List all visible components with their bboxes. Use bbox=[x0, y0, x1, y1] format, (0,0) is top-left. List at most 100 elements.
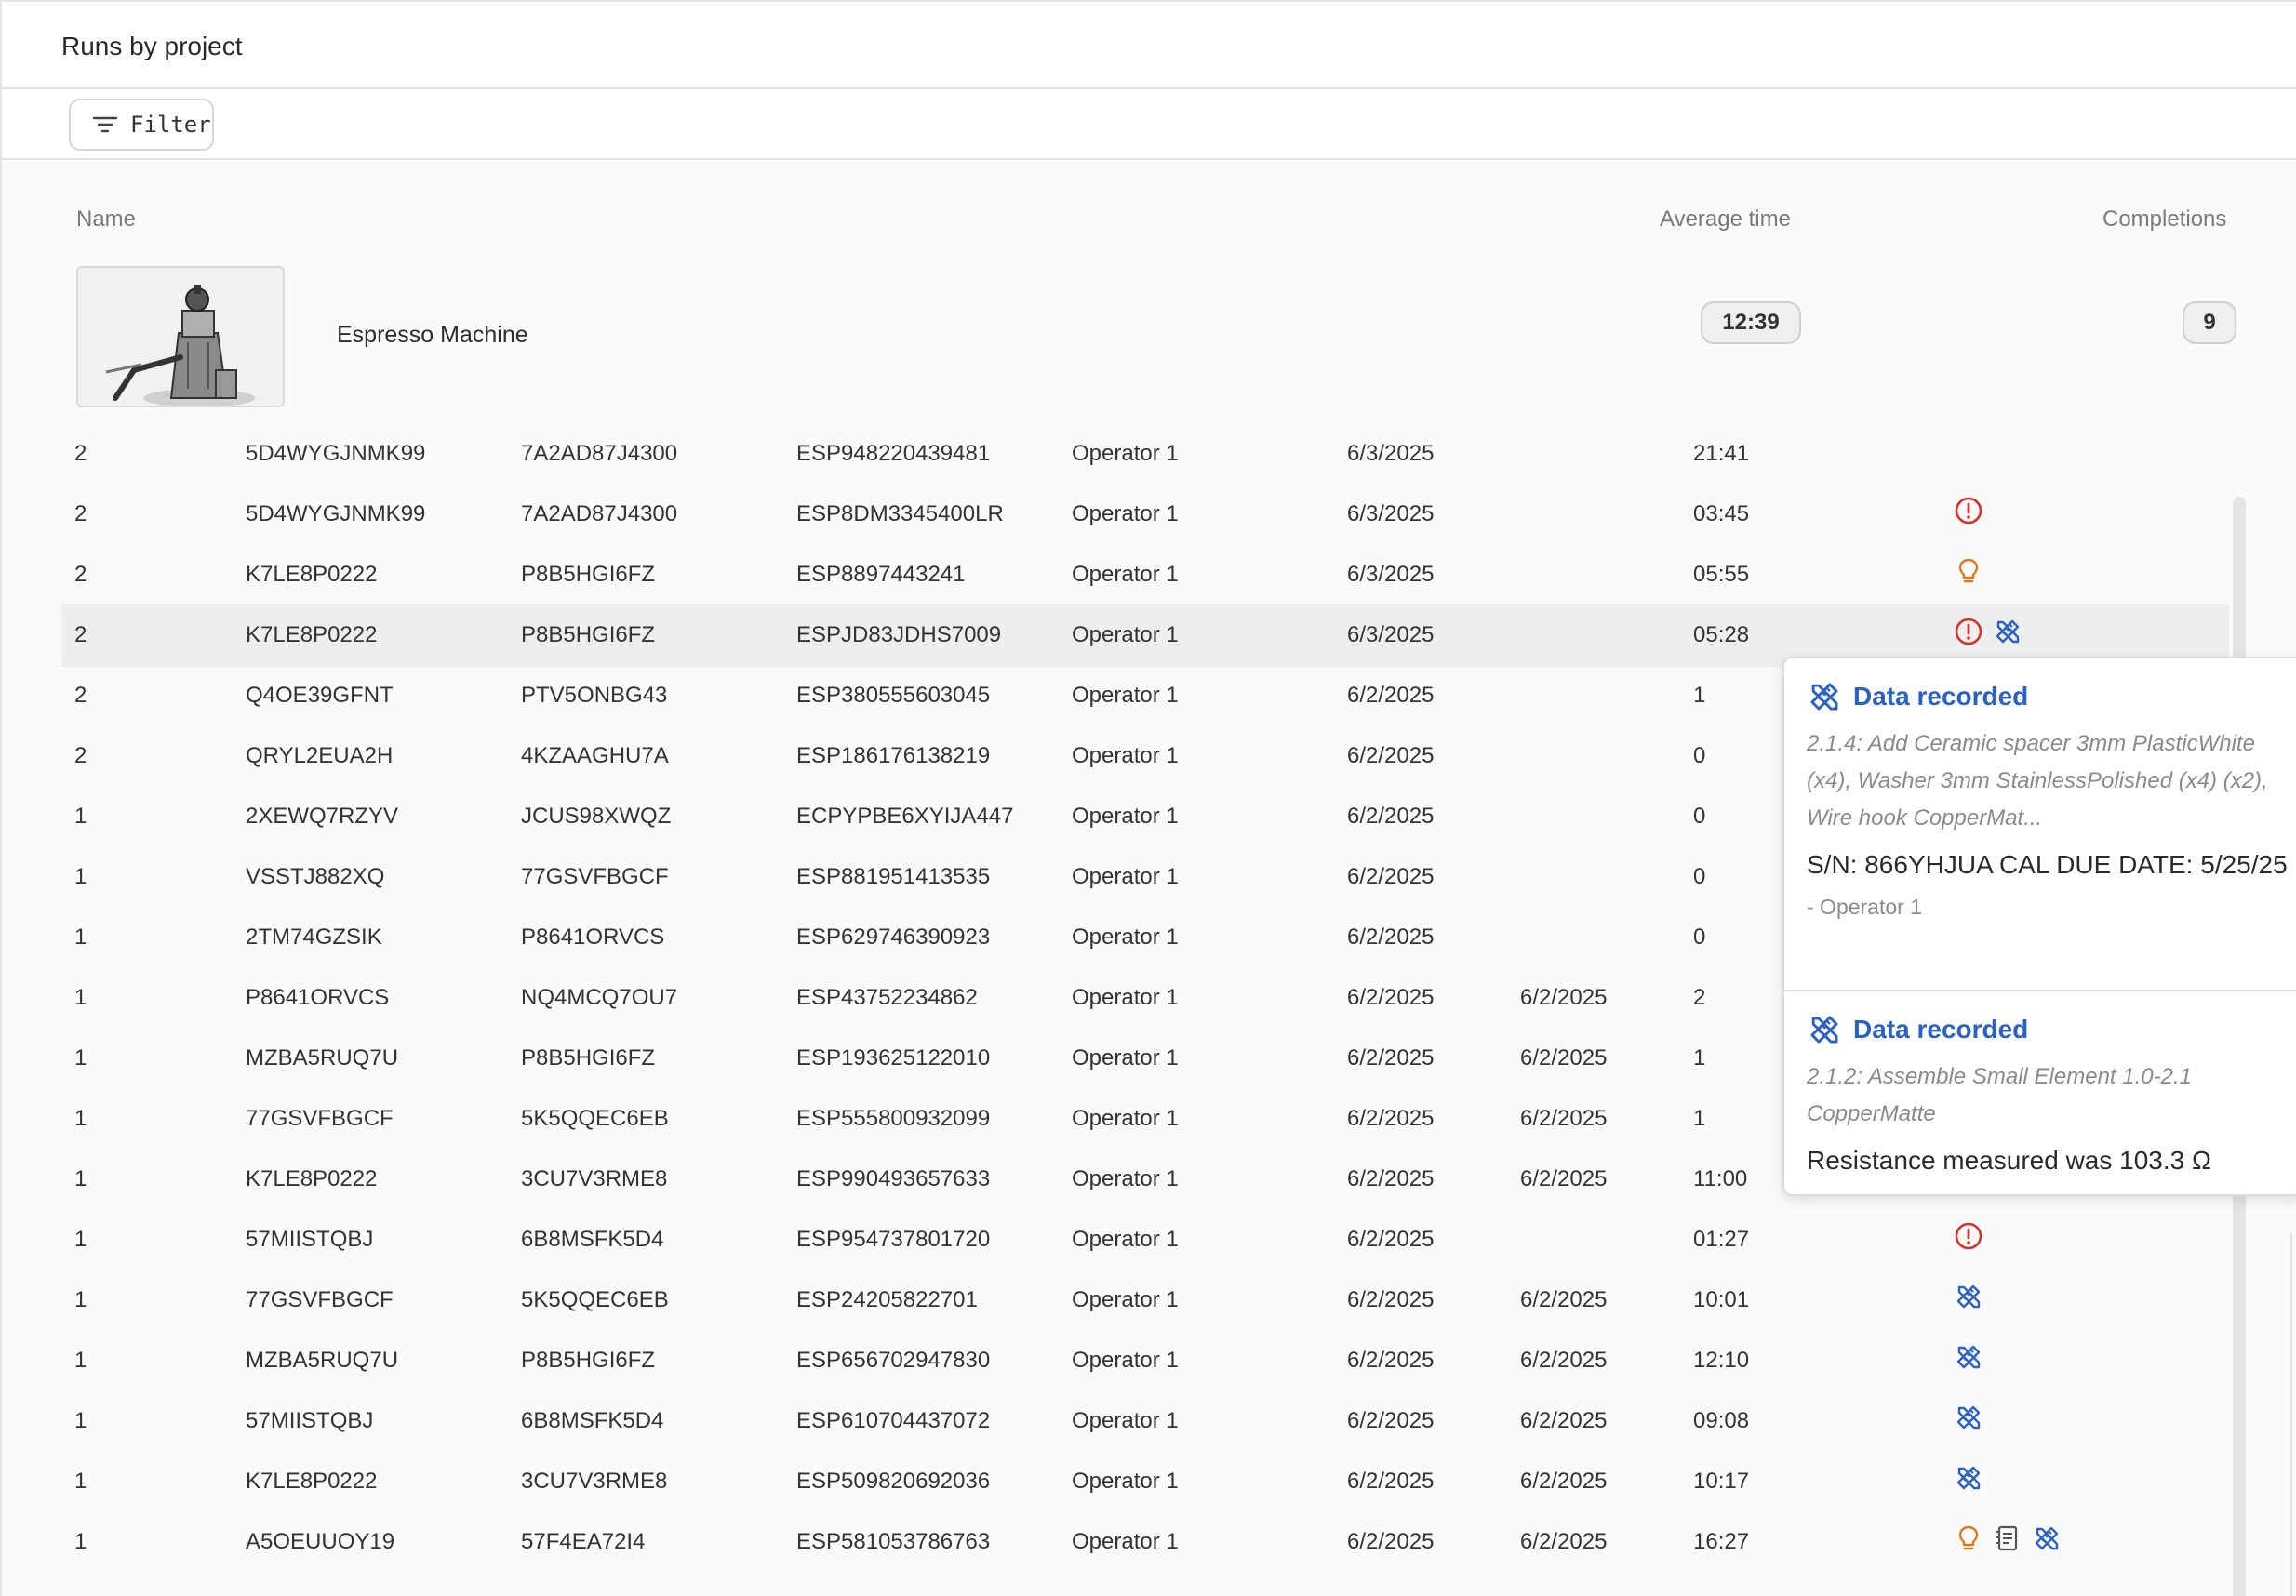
cell-qty: 1 bbox=[74, 1287, 87, 1312]
cell-time: 1 bbox=[1693, 1106, 1706, 1131]
table-row[interactable]: 1 77GSVFBGCF 5K5QQEC6EB ESP24205822701 Opera… bbox=[61, 1269, 2229, 1332]
error-icon[interactable] bbox=[1954, 496, 1983, 525]
cell-a: P8641ORVCS bbox=[246, 985, 390, 1010]
cell-a: MZBA5RUQ7U bbox=[246, 1348, 399, 1373]
data-recorded-icon[interactable] bbox=[2032, 1523, 2062, 1553]
table-row[interactable]: 1 57MIISTQBJ 6B8MSFK5D4 ESP954737801720 Oper… bbox=[61, 1208, 2229, 1271]
cell-time: 09:08 bbox=[1693, 1408, 1750, 1433]
cell-a: MZBA5RUQ7U bbox=[246, 1045, 399, 1071]
cell-time: 1 bbox=[1693, 1045, 1706, 1071]
table-row[interactable]: 1 57MIISTQBJ 6B8MSFK5D4 ESP610704437072 Oper… bbox=[61, 1390, 2229, 1453]
cell-op: Operator 1 bbox=[1072, 804, 1179, 829]
error-icon[interactable] bbox=[1954, 1221, 1983, 1251]
cell-a: 2XEWQ7RZYV bbox=[246, 804, 399, 829]
cell-d1: 6/3/2025 bbox=[1347, 441, 1435, 466]
data-recorded-popover: Data recorded 2.1.4: Add Ceramic spacer … bbox=[1782, 657, 2296, 1196]
cell-d2: 6/2/2025 bbox=[1520, 985, 1608, 1010]
cell-d1: 6/2/2025 bbox=[1347, 1529, 1435, 1554]
page-edge bbox=[2290, 1233, 2292, 1596]
cell-b: 7A2AD87J4300 bbox=[521, 501, 678, 526]
espresso-machine-image bbox=[76, 266, 285, 407]
table-row[interactable]: 2 5D4WYGJNMK99 7A2AD87J4300 ESP8DM3345400LR… bbox=[61, 483, 2229, 546]
popover-entry-header: Data recorded bbox=[1807, 679, 2296, 714]
title-bar: Runs by project bbox=[2, 2, 2296, 89]
cell-d2: 6/2/2025 bbox=[1520, 1106, 1608, 1131]
cell-a: K7LE8P0222 bbox=[246, 562, 378, 587]
cell-qty: 1 bbox=[74, 924, 87, 950]
cell-d1: 6/2/2025 bbox=[1347, 1348, 1435, 1373]
cell-op: Operator 1 bbox=[1072, 683, 1179, 708]
project-row[interactable]: Espresso Machine 12:39 9 bbox=[2, 266, 2296, 415]
data-recorded-icon[interactable] bbox=[1954, 1342, 1983, 1372]
cell-qty: 2 bbox=[74, 501, 87, 526]
table-row[interactable]: 2 K7LE8P0222 P8B5HGI6FZ ESP8897443241 Operat… bbox=[61, 543, 2229, 606]
row-status-icons bbox=[1954, 1403, 1983, 1432]
table-row[interactable]: 1 K7LE8P0222 3CU7V3RME8 ESP509820692036 Oper… bbox=[61, 1450, 2229, 1513]
table-row[interactable]: 1 A5OEUUOY19 57F4EA72I4 ESP581053786763 Oper… bbox=[61, 1510, 2229, 1574]
cell-a: 57MIISTQBJ bbox=[246, 1227, 374, 1252]
cell-d1: 6/2/2025 bbox=[1347, 743, 1435, 768]
error-icon[interactable] bbox=[1954, 617, 1983, 646]
cell-b: 5K5QQEC6EB bbox=[521, 1287, 669, 1312]
cell-b: P8B5HGI6FZ bbox=[521, 1348, 656, 1373]
cell-serial: ESP581053786763 bbox=[796, 1529, 991, 1554]
cell-serial: ESP881951413535 bbox=[796, 864, 991, 889]
cell-time: 0 bbox=[1693, 924, 1706, 950]
cell-b: P8B5HGI6FZ bbox=[521, 562, 656, 587]
cell-d2: 6/2/2025 bbox=[1520, 1287, 1608, 1312]
filter-button[interactable]: Filter bbox=[69, 99, 214, 151]
column-header-average-time[interactable]: Average time bbox=[1660, 206, 1791, 233]
data-recorded-icon[interactable] bbox=[1954, 1282, 1983, 1311]
popover-entry-title: Data recorded bbox=[1853, 1015, 2029, 1044]
data-recorded-icon[interactable] bbox=[1993, 617, 2022, 646]
cell-op: Operator 1 bbox=[1072, 985, 1179, 1010]
cell-b: 7A2AD87J4300 bbox=[521, 441, 678, 466]
cell-qty: 2 bbox=[74, 441, 87, 466]
table-row[interactable]: 1 MZBA5RUQ7U P8B5HGI6FZ ESP656702947830 Oper… bbox=[61, 1329, 2229, 1392]
cell-serial: ESP656702947830 bbox=[796, 1348, 991, 1373]
cell-a: VSSTJ882XQ bbox=[246, 864, 385, 889]
cell-a: K7LE8P0222 bbox=[246, 1469, 378, 1494]
cell-qty: 2 bbox=[74, 683, 87, 708]
cell-op: Operator 1 bbox=[1072, 864, 1179, 889]
cell-b: 3CU7V3RME8 bbox=[521, 1166, 668, 1191]
cell-serial: ESP186176138219 bbox=[796, 743, 991, 768]
cell-qty: 1 bbox=[74, 1045, 87, 1071]
data-recorded-icon[interactable] bbox=[1954, 1463, 1983, 1493]
cell-time: 1 bbox=[1693, 683, 1706, 708]
cell-op: Operator 1 bbox=[1072, 1529, 1179, 1554]
cell-qty: 1 bbox=[74, 804, 87, 829]
cell-time: 16:27 bbox=[1693, 1529, 1750, 1554]
popover-entry-header: Data recorded bbox=[1807, 1012, 2296, 1047]
cell-d1: 6/2/2025 bbox=[1347, 1469, 1435, 1494]
lightbulb-icon[interactable] bbox=[1954, 556, 1983, 586]
cell-b: PTV5ONBG43 bbox=[521, 683, 668, 708]
cell-time: 05:55 bbox=[1693, 562, 1750, 587]
cell-d1: 6/2/2025 bbox=[1347, 924, 1435, 950]
cell-time: 10:17 bbox=[1693, 1469, 1750, 1494]
data-recorded-icon bbox=[1810, 1016, 1838, 1044]
cell-time: 01:27 bbox=[1693, 1227, 1750, 1252]
cell-b: 4KZAAGHU7A bbox=[521, 743, 669, 768]
cell-a: K7LE8P0222 bbox=[246, 1166, 378, 1191]
notes-icon[interactable] bbox=[1993, 1523, 2022, 1553]
cell-serial: ESP555800932099 bbox=[796, 1106, 991, 1131]
column-header-name[interactable]: Name bbox=[76, 206, 136, 233]
cell-a: Q4OE39GFNT bbox=[246, 683, 394, 708]
cell-d2: 6/2/2025 bbox=[1520, 1408, 1608, 1433]
popover-entry: Data recorded 2.1.4: Add Ceramic spacer … bbox=[1784, 658, 2296, 990]
lightbulb-icon[interactable] bbox=[1954, 1523, 1983, 1553]
column-header-completions[interactable]: Completions bbox=[2102, 206, 2226, 233]
cell-d1: 6/2/2025 bbox=[1347, 864, 1435, 889]
row-status-icons bbox=[1954, 1523, 2062, 1553]
cell-a: 5D4WYGJNMK99 bbox=[246, 501, 426, 526]
cell-a: 77GSVFBGCF bbox=[246, 1106, 394, 1131]
row-status-icons bbox=[1954, 1342, 1983, 1372]
data-recorded-icon[interactable] bbox=[1954, 1403, 1983, 1432]
cell-a: A5OEUUOY19 bbox=[246, 1529, 395, 1554]
table-row[interactable]: 2 5D4WYGJNMK99 7A2AD87J4300 ESP948220439481… bbox=[61, 422, 2229, 485]
cell-time: 12:10 bbox=[1693, 1348, 1750, 1373]
cell-a: 57MIISTQBJ bbox=[246, 1408, 374, 1433]
cell-a: 2TM74GZSIK bbox=[246, 924, 382, 950]
cell-b: P8B5HGI6FZ bbox=[521, 622, 656, 647]
